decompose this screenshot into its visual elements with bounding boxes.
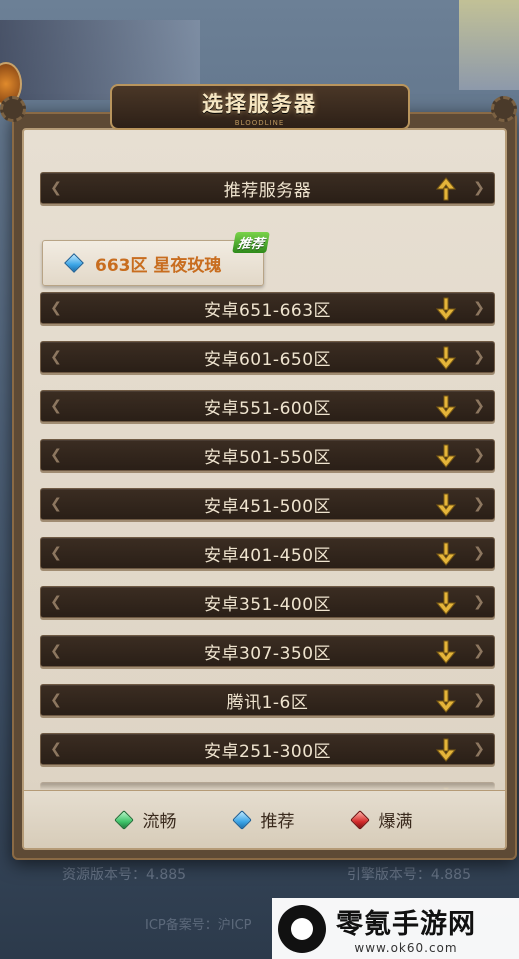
server-group-row[interactable]: ❮ 腾讯1-6区 ❯ — [40, 684, 495, 716]
server-group-row[interactable]: ❮ 安卓551-600区 ❯ — [40, 390, 495, 422]
server-group-row[interactable]: ❮ 安卓451-500区 ❯ — [40, 488, 495, 520]
ornament-right-icon: ❯ — [473, 447, 485, 463]
watermark-title: 零氪手游网 — [336, 909, 476, 940]
status-smooth-icon — [113, 809, 134, 830]
title-plate: 选择服务器 BLOODLINE — [109, 84, 410, 130]
server-group-row[interactable]: ❮ 安卓401-450区 ❯ — [40, 537, 495, 569]
chevron-down-icon — [434, 342, 458, 374]
list-fade — [24, 770, 505, 790]
legend-item-recommended: 推荐 — [231, 807, 295, 832]
status-full-icon — [349, 809, 370, 830]
chevron-down-icon — [434, 440, 458, 472]
ornament-left-icon: ❮ — [50, 496, 62, 512]
server-group-label: 安卓601-650区 — [203, 349, 332, 370]
resource-version-text: 资源版本号：4.885 — [62, 867, 187, 883]
ornament-right-icon: ❯ — [473, 643, 485, 659]
ornament-left-icon: ❮ — [50, 692, 62, 708]
server-group-row[interactable]: ❮ 安卓307-350区 ❯ — [40, 635, 495, 667]
legend-label: 爆满 — [378, 812, 413, 832]
server-group-label: 安卓451-500区 — [203, 496, 332, 517]
server-group-row[interactable]: ❮ 安卓351-400区 ❯ — [40, 586, 495, 618]
chevron-down-icon — [434, 636, 458, 668]
chevron-down-icon — [434, 489, 458, 521]
recommended-header-label: 推荐服务器 — [223, 180, 312, 201]
engine-version-text: 引擎版本号：4.885 — [346, 867, 471, 883]
legend-label: 流畅 — [142, 812, 177, 832]
dialog-subtitle: BLOODLINE — [234, 118, 285, 127]
ornament-left-icon: ❮ — [50, 643, 62, 659]
ornament-left-icon: ❮ — [50, 349, 62, 365]
status-recommended-icon — [231, 809, 252, 830]
server-status-icon — [64, 253, 84, 273]
ornament-left-icon: ❮ — [50, 300, 62, 316]
server-group-label: 安卓307-350区 — [203, 643, 332, 664]
chevron-up-icon — [434, 173, 458, 205]
server-select-dialog: ❮ 推荐服务器 ❯ 663区 星夜玫瑰 推荐 ❮ 安卓651-663区 ❯ ❮ 安卓60… — [12, 112, 517, 860]
legend-item-smooth: 流畅 — [113, 807, 177, 832]
ornament-right-icon: ❯ — [473, 398, 485, 414]
ornament-left-icon: ❮ — [50, 180, 62, 196]
server-group-row[interactable]: ❮ 安卓501-550区 ❯ — [40, 439, 495, 471]
ornament-right-icon: ❯ — [473, 349, 485, 365]
server-name: 663区 星夜玫瑰 — [95, 255, 222, 276]
ornament-left-icon: ❮ — [50, 398, 62, 414]
chevron-down-icon — [434, 587, 458, 619]
dialog-title-bar: 选择服务器 BLOODLINE — [0, 84, 519, 130]
server-list-area: ❮ 推荐服务器 ❯ 663区 星夜玫瑰 推荐 ❮ 安卓651-663区 ❯ ❮ 安卓60… — [22, 128, 507, 850]
dialog-title: 选择服务器 — [202, 91, 317, 116]
server-group-row[interactable]: ❮ 安卓251-300区 ❯ — [40, 733, 495, 765]
watermark-logo-icon — [278, 904, 326, 953]
ornament-left-icon: ❮ — [50, 594, 62, 610]
ornament-right-icon: ❯ — [473, 180, 485, 196]
ornament-right-icon: ❯ — [473, 594, 485, 610]
chevron-down-icon — [434, 734, 458, 766]
ornament-right-icon: ❯ — [473, 741, 485, 757]
icp-text: ICP备案号：沪ICP — [145, 918, 252, 933]
chevron-down-icon — [434, 391, 458, 423]
recommended-badge: 推荐 — [232, 232, 270, 253]
chevron-down-icon — [434, 685, 458, 717]
chevron-down-icon — [434, 293, 458, 325]
server-group-label: 安卓651-663区 — [203, 300, 332, 321]
legend-label: 推荐 — [260, 812, 295, 832]
server-group-label: 安卓501-550区 — [203, 447, 332, 468]
chevron-down-icon — [434, 538, 458, 570]
ornament-right-icon: ❯ — [473, 300, 485, 316]
ornament-right-icon: ❯ — [473, 545, 485, 561]
ornament-left-icon: ❮ — [50, 741, 62, 757]
recommended-servers-header[interactable]: ❮ 推荐服务器 ❯ — [40, 172, 495, 204]
server-group-row[interactable]: ❮ 安卓651-663区 ❯ — [40, 292, 495, 324]
ornament-left-icon: ❮ — [50, 545, 62, 561]
ornament-right-icon: ❯ — [473, 496, 485, 512]
server-group-label: 腾讯1-6区 — [226, 692, 309, 713]
ornament-left-icon: ❮ — [50, 447, 62, 463]
server-group-label: 安卓401-450区 — [203, 545, 332, 566]
status-legend: 流畅 推荐 爆满 — [24, 790, 505, 848]
recommended-server-card[interactable]: 663区 星夜玫瑰 — [42, 240, 264, 286]
server-group-label: 安卓351-400区 — [203, 594, 332, 615]
server-list: ❮ 推荐服务器 ❯ 663区 星夜玫瑰 推荐 ❮ 安卓651-663区 ❯ ❮ 安卓60… — [24, 130, 505, 848]
server-group-row[interactable]: ❮ 安卓601-650区 ❯ — [40, 341, 495, 373]
site-watermark: 零氪手游网 www.ok60.com — [272, 898, 519, 959]
watermark-url: www.ok60.com — [354, 941, 458, 955]
legend-item-full: 爆满 — [349, 807, 413, 832]
ornament-right-icon: ❯ — [473, 692, 485, 708]
background-decoration — [459, 0, 519, 90]
server-group-label: 安卓251-300区 — [203, 741, 332, 762]
server-group-label: 安卓551-600区 — [203, 398, 332, 419]
